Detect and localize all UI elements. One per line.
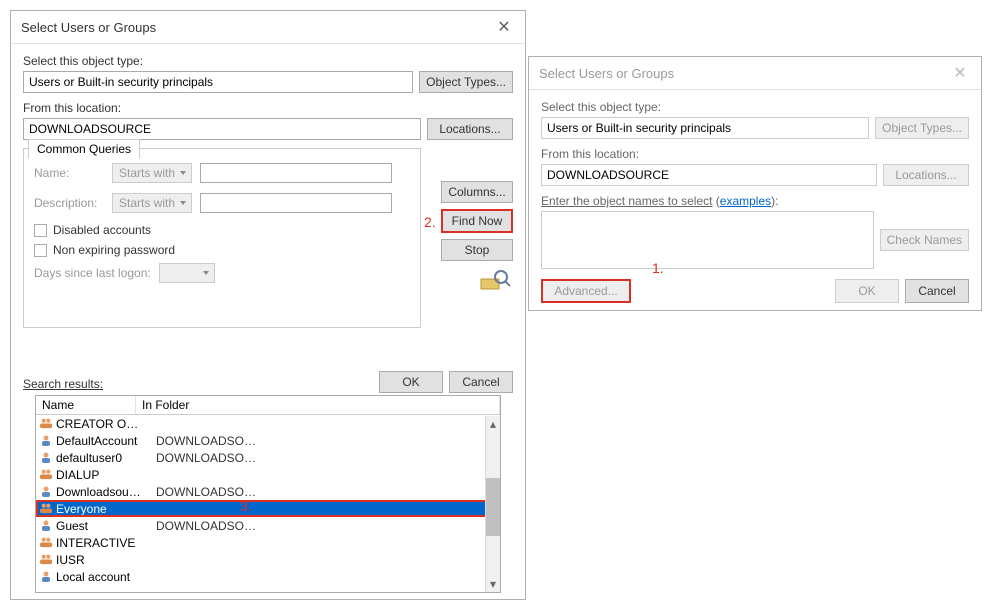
- result-name: Local account: [56, 570, 152, 584]
- person-icon: [38, 451, 54, 465]
- disabled-accounts-label: Disabled accounts: [53, 223, 151, 237]
- result-name: IUSR: [56, 553, 152, 567]
- columns-button[interactable]: Columns...: [441, 181, 513, 203]
- description-filter-input[interactable]: [200, 193, 392, 213]
- object-type-input[interactable]: [23, 71, 413, 93]
- ok-button[interactable]: OK: [379, 371, 443, 393]
- table-row[interactable]: DIALUP: [36, 466, 500, 483]
- locations-button[interactable]: Locations...: [427, 118, 513, 140]
- close-icon[interactable]: ✕: [949, 63, 971, 83]
- table-row[interactable]: Local account: [36, 568, 500, 585]
- annotation-3: 3.: [240, 498, 252, 514]
- table-row[interactable]: Everyone: [36, 500, 500, 517]
- name-filter-input[interactable]: [200, 163, 392, 183]
- days-since-logon-label: Days since last logon:: [34, 266, 151, 280]
- result-name: Everyone: [56, 502, 152, 516]
- group-icon: [38, 536, 54, 550]
- result-folder: DOWNLOADSO…: [152, 519, 500, 533]
- table-row[interactable]: GuestDOWNLOADSO…: [36, 517, 500, 534]
- result-name: CREATOR O…: [56, 417, 152, 431]
- table-row[interactable]: DefaultAccountDOWNLOADSO…: [36, 432, 500, 449]
- dialog-title: Select Users or Groups: [21, 20, 156, 35]
- cancel-button[interactable]: Cancel: [449, 371, 513, 393]
- location-label: From this location:: [23, 101, 513, 115]
- search-results-list[interactable]: Name In Folder CREATOR O…DefaultAccountD…: [35, 395, 501, 593]
- table-row[interactable]: IUSR: [36, 551, 500, 568]
- group-icon: [38, 417, 54, 431]
- select-users-basic-dialog: Select Users or Groups ✕ Select this obj…: [528, 56, 982, 311]
- group-icon: [38, 468, 54, 482]
- object-types-button[interactable]: Object Types...: [419, 71, 513, 93]
- find-now-button[interactable]: Find Now: [441, 209, 513, 233]
- scrollbar[interactable]: ▴ ▾: [485, 416, 500, 592]
- object-type-label: Select this object type:: [23, 54, 513, 68]
- group-icon: [38, 502, 54, 516]
- column-folder[interactable]: In Folder: [136, 396, 500, 414]
- advanced-button[interactable]: Advanced...: [541, 279, 631, 303]
- table-row[interactable]: Downloadsou…DOWNLOADSO…: [36, 483, 500, 500]
- person-icon: [38, 570, 54, 584]
- ok-button[interactable]: OK: [835, 279, 899, 303]
- checkbox-icon: [34, 244, 47, 257]
- result-name: DIALUP: [56, 468, 152, 482]
- table-row[interactable]: INTERACTIVE: [36, 534, 500, 551]
- examples-link[interactable]: examples: [720, 194, 771, 208]
- description-filter-label: Description:: [34, 196, 104, 210]
- annotation-1: 1.: [652, 260, 664, 276]
- location-input[interactable]: [23, 118, 421, 140]
- select-users-advanced-dialog: Select Users or Groups ✕ Select this obj…: [10, 10, 526, 600]
- result-name: defaultuser0: [56, 451, 152, 465]
- common-queries-group: Common Queries Name: Starts with Descrip…: [23, 148, 421, 328]
- dialog-title: Select Users or Groups: [539, 66, 674, 81]
- search-results-label: Search results:: [11, 377, 115, 395]
- result-folder: DOWNLOADSO…: [152, 485, 500, 499]
- titlebar: Select Users or Groups ✕: [529, 57, 981, 90]
- stop-button[interactable]: Stop: [441, 239, 513, 261]
- description-filter-select[interactable]: Starts with: [112, 193, 192, 213]
- person-icon: [38, 434, 54, 448]
- result-name: DefaultAccount: [56, 434, 152, 448]
- locations-button[interactable]: Locations...: [883, 164, 969, 186]
- person-icon: [38, 485, 54, 499]
- location-label: From this location:: [541, 147, 969, 161]
- object-type-label: Select this object type:: [541, 100, 969, 114]
- cancel-button[interactable]: Cancel: [905, 279, 969, 303]
- column-name[interactable]: Name: [36, 396, 136, 414]
- location-input[interactable]: [541, 164, 877, 186]
- disabled-accounts-checkbox[interactable]: Disabled accounts: [34, 223, 410, 237]
- result-name: Guest: [56, 519, 152, 533]
- object-types-button[interactable]: Object Types...: [875, 117, 969, 139]
- table-row[interactable]: defaultuser0DOWNLOADSO…: [36, 449, 500, 466]
- common-queries-tab[interactable]: Common Queries: [28, 139, 140, 159]
- scrollbar-thumb[interactable]: [486, 478, 500, 536]
- result-folder: DOWNLOADSO…: [152, 451, 500, 465]
- non-expiring-password-label: Non expiring password: [53, 243, 175, 257]
- result-name: INTERACTIVE: [56, 536, 152, 550]
- name-filter-select[interactable]: Starts with: [112, 163, 192, 183]
- days-since-logon-select[interactable]: [159, 263, 215, 283]
- close-icon[interactable]: ✕: [493, 17, 515, 37]
- search-icon: [479, 267, 513, 296]
- right-buttons: Columns... Find Now Stop: [441, 181, 513, 296]
- check-names-button[interactable]: Check Names: [880, 229, 969, 251]
- checkbox-icon: [34, 224, 47, 237]
- object-names-input[interactable]: [541, 211, 874, 269]
- table-row[interactable]: CREATOR O…: [36, 415, 500, 432]
- result-folder: DOWNLOADSO…: [152, 434, 500, 448]
- object-type-input[interactable]: [541, 117, 869, 139]
- result-name: Downloadsou…: [56, 485, 152, 499]
- dialog-content: Select this object type: Object Types...…: [529, 90, 981, 313]
- person-icon: [38, 519, 54, 533]
- annotation-2: 2.: [424, 214, 436, 230]
- non-expiring-password-checkbox[interactable]: Non expiring password: [34, 243, 410, 257]
- titlebar: Select Users or Groups ✕: [11, 11, 525, 44]
- group-icon: [38, 553, 54, 567]
- scroll-up-icon[interactable]: ▴: [486, 416, 500, 432]
- object-names-label: Enter the object names to select (exampl…: [541, 194, 969, 208]
- name-filter-label: Name:: [34, 166, 104, 180]
- results-header: Name In Folder: [36, 396, 500, 415]
- scroll-down-icon[interactable]: ▾: [486, 576, 500, 592]
